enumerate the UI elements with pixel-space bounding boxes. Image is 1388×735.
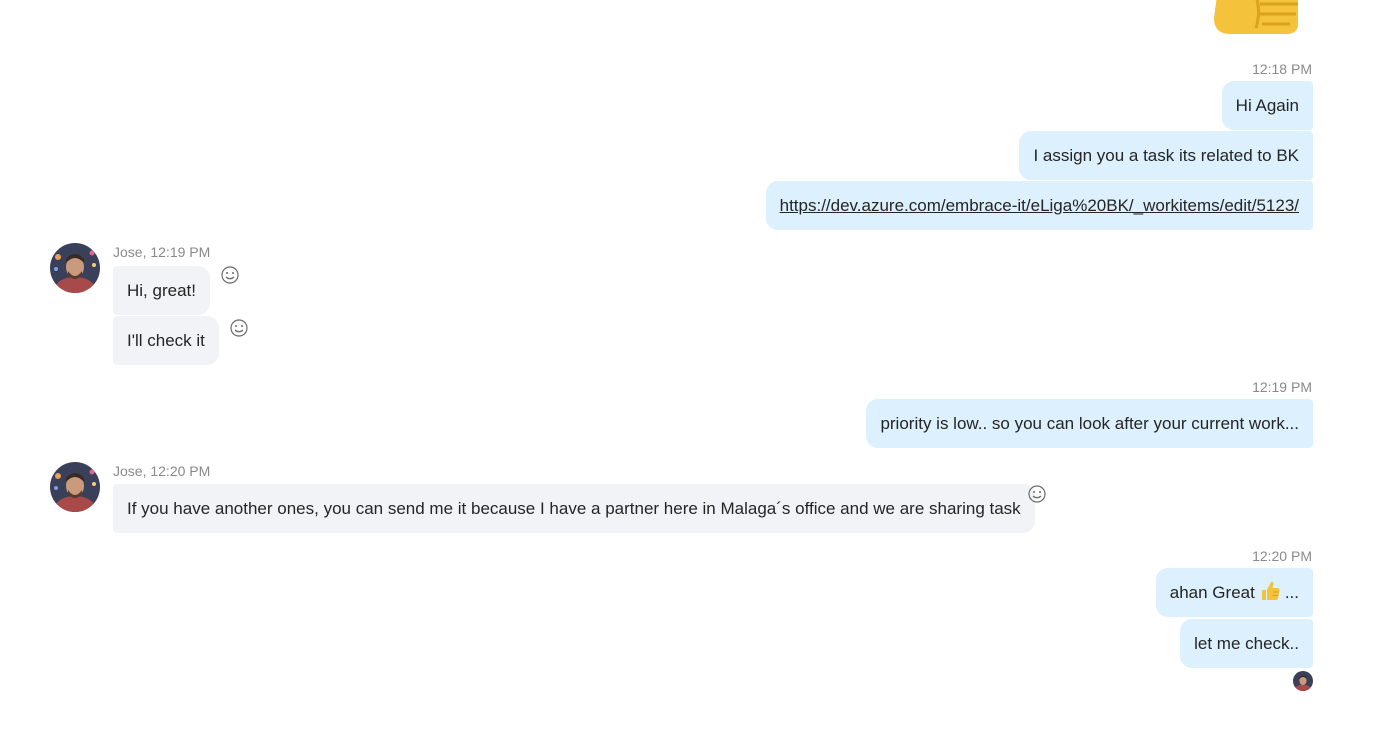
message-text: ahan Great: [1169, 583, 1255, 602]
avatar-photo: [50, 462, 100, 512]
read-receipt-avatar: [1293, 671, 1313, 691]
outgoing-message[interactable]: Hi Again: [1221, 81, 1313, 130]
outgoing-message[interactable]: ahan Great ...: [1155, 568, 1313, 617]
outgoing-message[interactable]: priority is low.. so you can look after …: [866, 399, 1313, 448]
incoming-message[interactable]: If you have another ones, you can send m…: [113, 484, 1035, 533]
sender-name-timestamp: Jose, 12:20 PM: [113, 463, 211, 479]
sender-name-timestamp: Jose, 12:19 PM: [113, 244, 211, 260]
add-reaction-icon[interactable]: [220, 265, 240, 285]
avatar-photo: [50, 243, 100, 293]
outgoing-message[interactable]: https://dev.azure.com/embrace-it/eLiga%2…: [765, 181, 1313, 230]
incoming-message[interactable]: Hi, great!: [113, 266, 210, 315]
thumbs-up-emoji-icon: [1214, 0, 1298, 34]
outgoing-message[interactable]: I assign you a task its related to BK: [1019, 131, 1313, 180]
avatar[interactable]: [50, 243, 100, 293]
message-timestamp: 12:18 PM: [1252, 61, 1312, 77]
message-timestamp: 12:20 PM: [1252, 548, 1312, 564]
avatar[interactable]: [50, 462, 100, 512]
outgoing-message[interactable]: let me check..: [1180, 619, 1313, 668]
message-text: ...: [1284, 583, 1299, 602]
add-reaction-icon[interactable]: [229, 318, 249, 338]
avatar-photo: [1293, 671, 1313, 691]
chat-conversation: 12:18 PM Hi Again I assign you a task it…: [0, 0, 1388, 735]
message-link[interactable]: https://dev.azure.com/embrace-it/eLiga%2…: [780, 196, 1299, 215]
add-reaction-icon[interactable]: [1027, 484, 1047, 504]
message-timestamp: 12:19 PM: [1252, 379, 1312, 395]
incoming-message[interactable]: I'll check it: [113, 316, 219, 365]
thumbs-up-emoji-icon: [1261, 581, 1280, 600]
